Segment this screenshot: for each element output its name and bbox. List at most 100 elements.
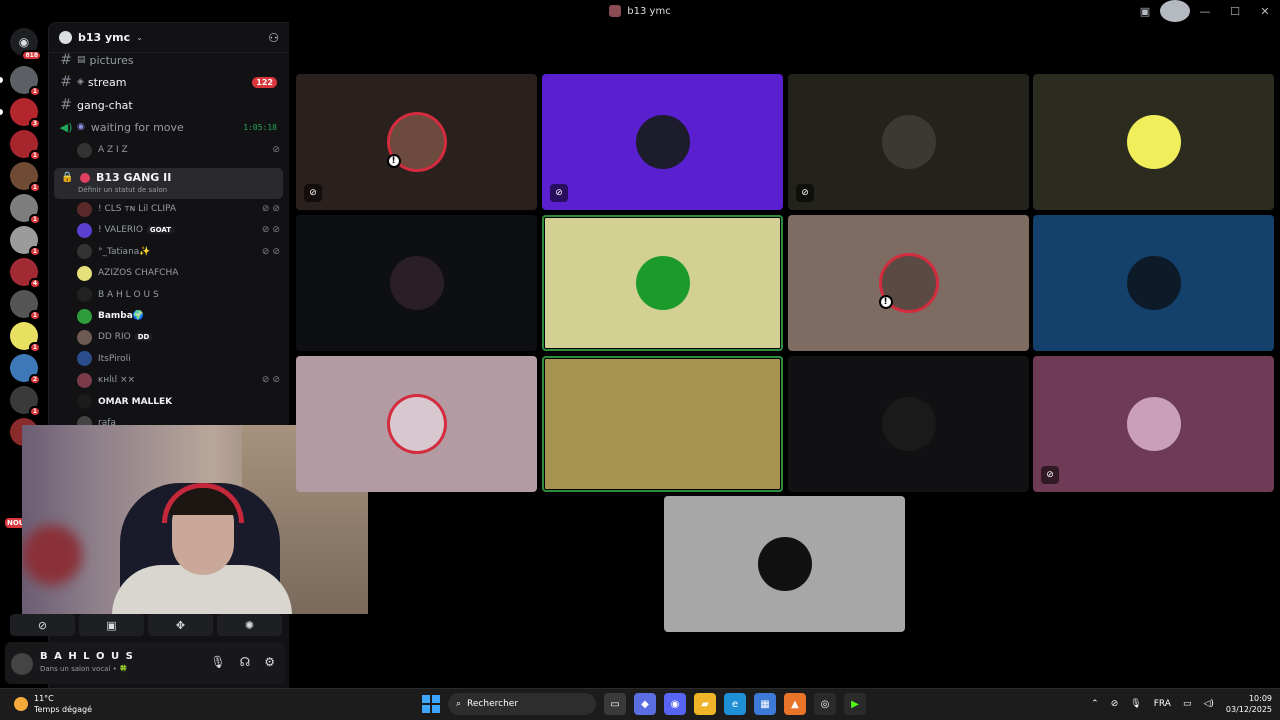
discord-icon[interactable]: ◉ xyxy=(664,693,686,715)
voice-member[interactable]: ĸнlιl ×× ⊘⊘ xyxy=(77,370,283,390)
date: 03/12/2025 xyxy=(1225,705,1272,714)
username: B A H L O U S xyxy=(40,651,135,662)
avatar xyxy=(77,308,92,324)
edge-icon[interactable]: e xyxy=(724,693,746,715)
participant-tile[interactable] xyxy=(1033,215,1274,351)
participant-tile[interactable] xyxy=(1033,74,1274,210)
invite-people-icon[interactable]: ⚇ xyxy=(268,31,279,45)
minimize-button[interactable]: — xyxy=(1190,0,1220,22)
weather-widget[interactable]: 11°C Temps dégagé xyxy=(14,693,92,715)
participant-tile[interactable]: ⊘ xyxy=(1033,356,1274,492)
warning-icon: ! xyxy=(878,295,893,309)
server-icon-11[interactable]: 1 xyxy=(10,386,41,417)
language-indicator[interactable]: FRA xyxy=(1154,699,1171,709)
headphones-icon[interactable]: ☊ xyxy=(240,655,251,669)
voice-timer: 1:05:18 xyxy=(243,122,277,132)
voice-member[interactable]: ! CLS ᴛɴ Lil CLIPA ⊘⊘ xyxy=(77,199,283,219)
soundboard-icon: ✺ xyxy=(244,618,255,632)
participant-tile[interactable] xyxy=(296,356,537,492)
copilot-icon[interactable]: ◆ xyxy=(634,693,656,715)
participant-tile[interactable] xyxy=(542,215,783,351)
display-icon[interactable]: ▭ xyxy=(1183,699,1192,709)
participant-tile[interactable]: ⊘ xyxy=(788,74,1029,210)
server-icon-4[interactable]: 1 xyxy=(10,162,41,193)
member-name: ! VALERIO xyxy=(98,225,143,236)
windows-start-icon[interactable] xyxy=(422,695,440,713)
participant-tile[interactable]: ! xyxy=(788,215,1029,351)
participant-tile[interactable] xyxy=(296,215,537,351)
user-controls: 🎙 ☊ ⚙ xyxy=(210,655,275,669)
voice-member[interactable]: OMAR MALLEK xyxy=(77,392,283,412)
participant-tile[interactable] xyxy=(664,496,905,632)
store-icon[interactable]: ▦ xyxy=(754,693,776,715)
clock[interactable]: 10:09 03/12/2025 xyxy=(1226,693,1272,715)
kick-icon[interactable]: ▶ xyxy=(844,693,866,715)
microphone-tray-icon[interactable]: 🎙 xyxy=(1130,699,1141,709)
voice-member[interactable]: DD RIO DD xyxy=(77,327,283,347)
channel-label: pictures xyxy=(89,53,134,67)
help-icon[interactable]: ? xyxy=(1160,0,1190,22)
search-icon: ⌕ xyxy=(456,699,462,709)
direct-messages-button[interactable]: ◉ 818 xyxy=(10,28,42,61)
share-screen-button[interactable]: ▣ xyxy=(79,614,144,636)
server-icon-5[interactable]: 1 xyxy=(10,194,41,225)
server-icon-3[interactable]: 1 xyxy=(10,130,41,161)
deafened-icon: ⊘ xyxy=(1041,466,1059,484)
inbox-icon[interactable]: ▣ xyxy=(1130,0,1160,22)
voice-member[interactable]: Bamba🌍 xyxy=(77,306,283,326)
participant-tile[interactable]: ! ⊘ xyxy=(296,74,537,210)
avatar xyxy=(77,329,92,345)
close-button[interactable]: ✕ xyxy=(1250,0,1280,22)
voice-member[interactable]: AZIZOS CHAFCHA xyxy=(77,263,283,283)
channel-b13-gang-ii[interactable]: 🔒 B13 GANG II Définir un statut de salon xyxy=(54,168,283,199)
server-icon-1[interactable]: 1 xyxy=(10,66,41,97)
user-avatar[interactable] xyxy=(11,653,33,675)
network-off-icon[interactable]: ⊘ xyxy=(1111,699,1119,709)
task-view-icon[interactable]: ▭ xyxy=(604,693,626,715)
chrome-icon[interactable]: ◎ xyxy=(814,693,836,715)
server-icon-9[interactable]: 1 xyxy=(10,322,41,353)
participant-tile[interactable] xyxy=(788,356,1029,492)
participant-tile[interactable]: ⊘ xyxy=(542,74,783,210)
channel-waiting-for-move[interactable]: ◀) ◉ waiting for move 1:05:18 xyxy=(55,116,283,138)
window-title-text: b13 ymc xyxy=(627,5,671,17)
settings-gear-icon[interactable]: ⚙ xyxy=(264,655,275,669)
voice-member[interactable]: °_Tatiana✨ ⊘⊘ xyxy=(77,242,283,262)
channel-pictures[interactable]: # ▤ pictures xyxy=(55,49,283,71)
server-badge: 1 xyxy=(28,406,41,417)
avatar xyxy=(77,142,92,158)
server-icon-6[interactable]: 1 xyxy=(10,226,41,257)
window-controls: ▣ ? — ☐ ✕ xyxy=(1130,0,1280,22)
temperature: 11°C xyxy=(34,694,54,703)
soundboard-button[interactable]: ✺ xyxy=(217,614,282,636)
server-badge: 1 xyxy=(28,86,41,97)
server-icon-7[interactable]: 4 xyxy=(10,258,41,289)
server-icon-10[interactable]: 2 xyxy=(10,354,41,385)
microphone-icon[interactable]: 🎙 xyxy=(210,655,225,669)
participant-tile[interactable] xyxy=(542,356,783,492)
maximize-button[interactable]: ☐ xyxy=(1220,0,1250,22)
app-icon[interactable]: ▲ xyxy=(784,693,806,715)
member-tag: GOAT xyxy=(146,226,175,235)
volume-icon[interactable]: ◁) xyxy=(1203,699,1213,709)
activities-button[interactable]: ✥ xyxy=(148,614,213,636)
channel-stream[interactable]: # ◈ stream 122 xyxy=(55,71,283,93)
chevron-up-icon[interactable]: ⌃ xyxy=(1091,699,1099,709)
voice-member[interactable]: ! VALERIO GOAT ⊘⊘ xyxy=(77,220,283,240)
participant-avatar xyxy=(635,256,690,310)
voice-member[interactable]: B A H L O U S xyxy=(77,285,283,305)
deafened-icon: ⊘ xyxy=(796,184,814,202)
voice-member-aziz[interactable]: A Z I Z ⊘ xyxy=(77,140,283,160)
taskbar-search[interactable]: ⌕ Rechercher xyxy=(448,693,596,715)
stream-emoji-icon: ◈ xyxy=(77,77,84,87)
channel-gang-chat[interactable]: # gang-chat xyxy=(55,94,283,116)
set-channel-status-link[interactable]: Définir un statut de salon xyxy=(78,186,167,194)
weather-condition: Temps dégagé xyxy=(34,705,93,714)
camera-off-button[interactable]: ⊘ xyxy=(10,614,75,636)
server-avatar-icon xyxy=(609,5,622,17)
server-icon-8[interactable]: 1 xyxy=(10,290,41,321)
voice-member[interactable]: ItsPiroli xyxy=(77,349,283,369)
clock-emoji-icon: ◉ xyxy=(77,122,85,132)
file-explorer-icon[interactable]: ▰ xyxy=(694,693,716,715)
server-icon-2[interactable]: 3 xyxy=(10,98,41,129)
